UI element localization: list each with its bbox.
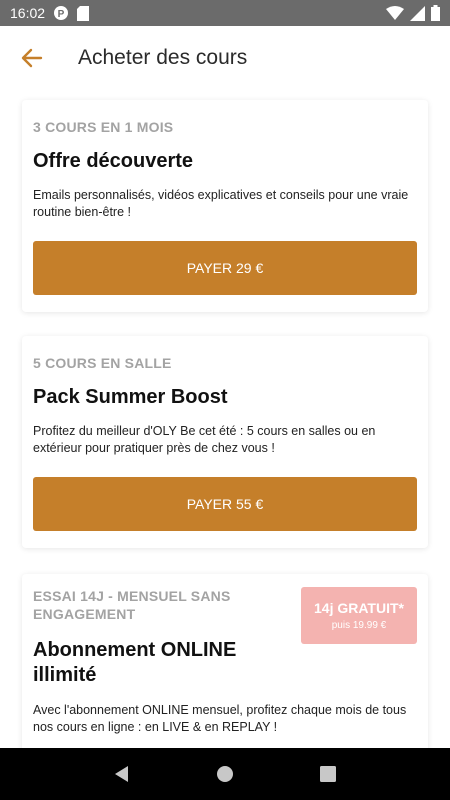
status-time: 16:02 [10,5,46,21]
square-recents-icon [320,766,337,782]
badge-main-text: 14j GRATUIT* [314,599,404,616]
circle-home-icon [216,766,233,782]
pay-29-button[interactable]: PAYER 29 € [33,241,417,295]
nav-recents-button[interactable] [308,754,348,794]
app-notification-icon: P [53,5,69,21]
offer-description: Emails personnalisés, vidéos explicative… [33,188,409,219]
offer-card-decouverte: 3 COURS EN 1 MOIS Offre découverte Email… [22,100,428,312]
badge-sub-text: puis 19.99 € [331,619,387,631]
offer-title: Abonnement ONLINE illimité [33,639,237,686]
offer-title: Pack Summer Boost [33,386,228,408]
system-nav-bar [0,748,450,800]
offer-eyebrow: ESSAI 14J - MENSUEL SANS ENGAGEMENT [33,588,231,622]
offer-eyebrow: 3 COURS EN 1 MOIS [33,119,174,135]
page-title: Acheter des cours [78,46,248,69]
sd-card-icon [77,5,90,21]
battery-icon [431,5,440,21]
offers-list[interactable]: 3 COURS EN 1 MOIS Offre découverte Email… [0,90,450,748]
offer-eyebrow: 5 COURS EN SALLE [33,355,172,371]
arrow-left-icon [21,48,43,68]
nav-back-button[interactable] [102,754,142,794]
wifi-icon [386,6,404,20]
offer-description: Avec l'abonnement ONLINE mensuel, profit… [33,703,407,734]
nav-home-button[interactable] [205,754,245,794]
status-bar: 16:02 P [0,0,450,26]
app-bar: Acheter des cours [0,26,450,90]
offer-description: Profitez du meilleur d'OLY Be cet été : … [33,424,376,455]
pay-55-button[interactable]: PAYER 55 € [33,477,417,531]
signal-icon [410,5,425,21]
offer-card-summer-boost: 5 COURS EN SALLE Pack Summer Boost Profi… [22,336,428,548]
back-button[interactable] [12,38,52,78]
free-trial-badge: 14j GRATUIT* puis 19.99 € [301,587,417,644]
offer-title: Offre découverte [33,150,194,172]
triangle-back-icon [114,766,128,782]
offer-card-abonnement-online: ESSAI 14J - MENSUEL SANS ENGAGEMENT 14j … [22,574,428,748]
svg-text:P: P [58,9,65,20]
